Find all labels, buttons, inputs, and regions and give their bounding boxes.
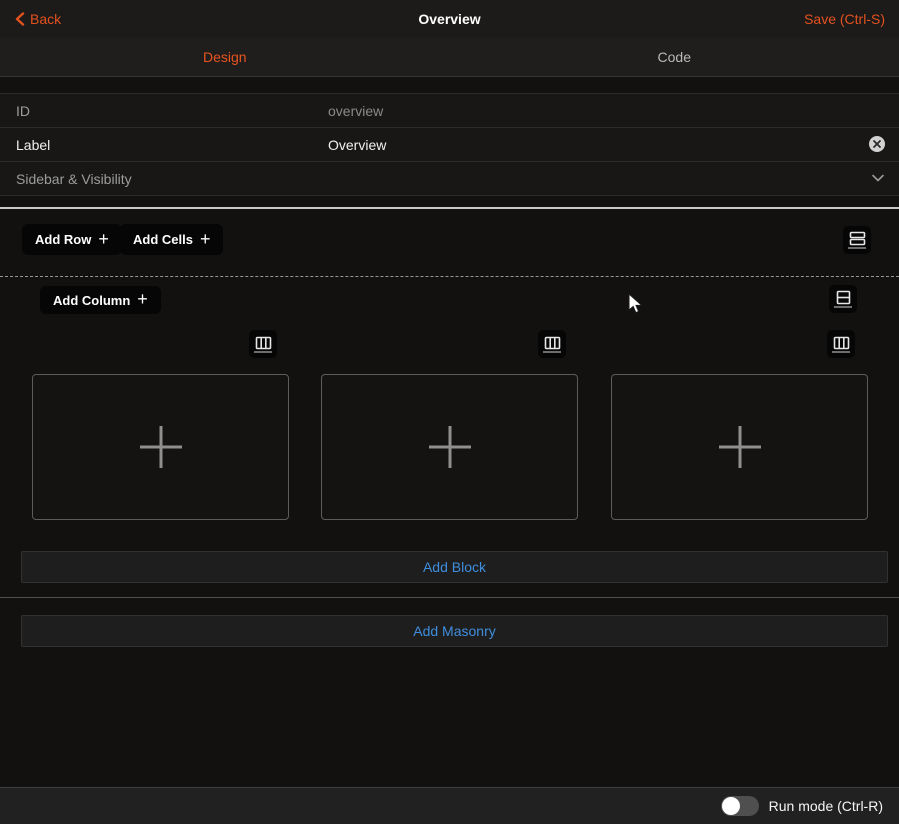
top-bar: Back Overview Save (Ctrl-S) <box>0 0 899 38</box>
tab-design[interactable]: Design <box>0 38 450 76</box>
toggle-knob <box>722 797 740 815</box>
cell-placeholder[interactable] <box>32 374 289 520</box>
cell-placeholder[interactable] <box>321 374 578 520</box>
properties-panel: ID overview Label Overview Sidebar & Vis… <box>0 93 899 196</box>
add-column-label: Add Column <box>53 293 130 308</box>
page-title: Overview <box>0 0 899 38</box>
mouse-cursor-icon <box>628 293 644 315</box>
section-divider <box>0 597 899 598</box>
column-settings-button[interactable] <box>538 330 566 358</box>
section-label-sidebar-visibility: Sidebar & Visibility <box>16 171 132 187</box>
field-row-label[interactable]: Label Overview <box>0 127 899 161</box>
back-label: Back <box>30 11 61 27</box>
add-widget-plus-icon <box>426 423 474 471</box>
field-value-id: overview <box>328 103 383 119</box>
add-column-button[interactable]: Add Column + <box>40 286 161 314</box>
row-boundary-dashed-divider <box>0 276 899 277</box>
save-button[interactable]: Save (Ctrl-S) <box>804 0 885 38</box>
run-mode-toggle[interactable] <box>721 796 759 816</box>
chevron-down-icon <box>871 173 885 183</box>
page-designer-window: Back Overview Save (Ctrl-S) Design Code … <box>0 0 899 824</box>
column-settings-button[interactable] <box>827 330 855 358</box>
field-value-label: Overview <box>328 137 386 153</box>
add-masonry-label: Add Masonry <box>413 623 495 639</box>
plus-icon: + <box>200 230 211 248</box>
circle-x-icon <box>868 135 886 153</box>
row-settings-button[interactable] <box>843 226 871 254</box>
bottom-bar: Run mode (Ctrl-R) <box>0 787 899 824</box>
plus-icon: + <box>98 230 109 248</box>
add-row-button[interactable]: Add Row + <box>22 224 122 255</box>
editor-tab-bar: Design Code <box>0 38 899 77</box>
three-columns-icon <box>833 336 850 350</box>
add-widget-plus-icon <box>716 423 764 471</box>
add-block-label: Add Block <box>423 559 486 575</box>
three-columns-icon <box>544 336 561 350</box>
add-widget-plus-icon <box>137 423 185 471</box>
add-cells-label: Add Cells <box>133 232 193 247</box>
add-block-button[interactable]: Add Block <box>21 551 888 583</box>
stacked-rows-icon <box>849 231 866 246</box>
three-columns-icon <box>255 336 272 350</box>
canvas-top-divider <box>0 207 899 209</box>
section-sidebar-visibility[interactable]: Sidebar & Visibility <box>0 161 899 196</box>
add-cells-button[interactable]: Add Cells + <box>120 224 223 255</box>
field-label-id: ID <box>16 103 30 119</box>
add-row-label: Add Row <box>35 232 91 247</box>
tab-code[interactable]: Code <box>450 38 899 76</box>
split-cell-icon <box>836 290 851 305</box>
column-settings-button[interactable] <box>249 330 277 358</box>
plus-icon: + <box>137 290 148 308</box>
cell-placeholder[interactable] <box>611 374 868 520</box>
field-row-id[interactable]: ID overview <box>0 93 899 127</box>
cells-settings-button[interactable] <box>829 285 857 313</box>
back-chevron-icon <box>14 12 25 26</box>
add-masonry-button[interactable]: Add Masonry <box>21 615 888 647</box>
run-mode-label: Run mode (Ctrl-R) <box>769 798 883 814</box>
clear-label-button[interactable] <box>868 135 886 153</box>
back-button[interactable]: Back <box>14 0 61 38</box>
field-label-label: Label <box>16 137 50 153</box>
